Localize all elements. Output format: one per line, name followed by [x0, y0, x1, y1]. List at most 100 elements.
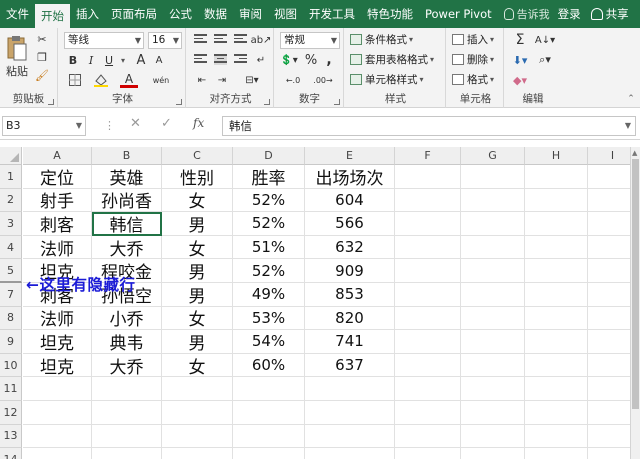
cell-F2[interactable]: [395, 188, 461, 213]
column-header-E[interactable]: E: [305, 147, 395, 165]
row-header-14[interactable]: 14: [0, 448, 22, 459]
cell-D1[interactable]: 胜率: [233, 165, 305, 189]
cell-I11[interactable]: [588, 377, 630, 401]
row-header-4[interactable]: 4: [0, 235, 22, 260]
align-middle-icon[interactable]: [214, 34, 227, 45]
cell-G7[interactable]: [461, 283, 525, 307]
tell-me-box[interactable]: 告诉我: [503, 6, 550, 22]
cell-A12[interactable]: [23, 401, 92, 425]
cell-F4[interactable]: [395, 235, 461, 260]
align-left-icon[interactable]: [194, 54, 207, 65]
number-format-select[interactable]: 常规 ▼: [280, 32, 340, 49]
cell-D7[interactable]: 49%: [233, 283, 305, 307]
scroll-up-icon[interactable]: ▲: [632, 149, 637, 157]
cell-H2[interactable]: [525, 188, 588, 213]
cell-E1[interactable]: 出场场次: [305, 165, 395, 189]
cancel-icon[interactable]: ✕: [130, 116, 141, 131]
find-select-icon[interactable]: ⌕▾: [534, 52, 556, 68]
cell-I2[interactable]: [588, 189, 630, 213]
cell-F5[interactable]: [395, 259, 461, 283]
cell-H1[interactable]: [525, 165, 588, 189]
cell-A4[interactable]: 法师: [23, 235, 92, 260]
cell-F11[interactable]: [395, 377, 461, 401]
number-dialog-launcher[interactable]: [334, 99, 340, 105]
insert-function-button[interactable]: fx: [193, 116, 204, 130]
font-color-button[interactable]: A: [120, 72, 138, 88]
sort-filter-icon[interactable]: A↓▾: [534, 32, 556, 48]
insert-cells-button[interactable]: 插入 ▾: [452, 32, 494, 47]
cell-I8[interactable]: [588, 307, 630, 331]
merge-center-icon[interactable]: ⊟▾: [238, 72, 266, 88]
cell-A14[interactable]: [23, 448, 92, 459]
column-header-I[interactable]: I: [588, 147, 630, 165]
cell-I12[interactable]: [588, 401, 630, 425]
collapse-ribbon-icon[interactable]: ⌃: [624, 92, 638, 106]
column-header-H[interactable]: H: [525, 147, 588, 165]
cell-F12[interactable]: [395, 401, 461, 425]
cell-E4[interactable]: 632: [305, 235, 395, 260]
copy-icon[interactable]: ❐: [34, 50, 50, 64]
cell-A1[interactable]: 定位: [23, 165, 92, 189]
cell-I9[interactable]: [588, 330, 630, 354]
cell-I5[interactable]: [588, 259, 630, 283]
row-header-1[interactable]: 1: [0, 165, 22, 189]
cell-E12[interactable]: [305, 401, 395, 425]
cell-C2[interactable]: 女: [162, 188, 233, 212]
cell-D2[interactable]: 52%: [233, 188, 305, 213]
row-header-5[interactable]: 5: [0, 259, 22, 283]
cell-C14[interactable]: [162, 448, 233, 459]
cell-H9[interactable]: [525, 330, 588, 354]
cell-C10[interactable]: 女: [162, 353, 233, 378]
cell-E10[interactable]: 637: [305, 353, 395, 378]
cell-C12[interactable]: [162, 401, 233, 425]
cell-B2[interactable]: 孙尚香: [92, 188, 162, 212]
cell-D4[interactable]: 51%: [233, 235, 305, 260]
cell-G5[interactable]: [461, 259, 525, 283]
cell-F9[interactable]: [395, 330, 461, 354]
row-header-13[interactable]: 13: [0, 424, 22, 449]
row-header-10[interactable]: 10: [0, 353, 22, 378]
cell-G1[interactable]: [461, 165, 525, 189]
format-as-table-button[interactable]: 套用表格格式 ▾: [350, 52, 434, 67]
menu-tab-10[interactable]: Power Pivot: [419, 0, 498, 28]
enter-icon[interactable]: ✓: [161, 116, 172, 131]
cell-I1[interactable]: [588, 165, 630, 189]
cell-A13[interactable]: [23, 424, 92, 449]
cell-styles-button[interactable]: 单元格样式 ▾: [350, 72, 424, 87]
name-box[interactable]: B3 ▼: [2, 116, 86, 136]
cell-I10[interactable]: [588, 354, 630, 378]
cell-F7[interactable]: [395, 283, 461, 307]
conditional-format-button[interactable]: 条件格式 ▾: [350, 32, 413, 47]
menu-tab-4[interactable]: 公式: [163, 0, 198, 28]
wrap-text-icon[interactable]: ↵: [252, 52, 270, 68]
percent-button[interactable]: %: [304, 52, 318, 68]
row-header-8[interactable]: 8: [0, 306, 22, 331]
row-header-9[interactable]: 9: [0, 330, 22, 354]
cell-B8[interactable]: 小乔: [92, 306, 162, 330]
cell-I13[interactable]: [588, 425, 630, 449]
cell-H11[interactable]: [525, 377, 588, 401]
cell-G9[interactable]: [461, 330, 525, 354]
cell-G13[interactable]: [461, 424, 525, 449]
cell-B1[interactable]: 英雄: [92, 165, 162, 189]
cell-H8[interactable]: [525, 306, 588, 331]
select-all-button[interactable]: [0, 147, 22, 165]
cell-D9[interactable]: 54%: [233, 330, 305, 354]
cell-G2[interactable]: [461, 188, 525, 213]
cell-A8[interactable]: 法师: [23, 306, 92, 330]
cell-E13[interactable]: [305, 424, 395, 449]
cell-B11[interactable]: [92, 377, 162, 401]
cell-C5[interactable]: 男: [162, 259, 233, 283]
increase-decimal-icon[interactable]: ←.0: [280, 72, 306, 88]
cell-D3[interactable]: 52%: [233, 212, 305, 236]
fill-color-icon[interactable]: [92, 72, 110, 88]
format-cells-button[interactable]: 格式 ▾: [452, 72, 494, 87]
cell-D12[interactable]: [233, 401, 305, 425]
font-dialog-launcher[interactable]: [176, 99, 182, 105]
cell-D10[interactable]: 60%: [233, 353, 305, 378]
menu-tab-5[interactable]: 数据: [198, 0, 233, 28]
cell-A9[interactable]: 坦克: [23, 330, 92, 354]
column-header-F[interactable]: F: [395, 147, 461, 165]
cell-A10[interactable]: 坦克: [23, 353, 92, 378]
row-header-7[interactable]: 7: [0, 283, 22, 307]
